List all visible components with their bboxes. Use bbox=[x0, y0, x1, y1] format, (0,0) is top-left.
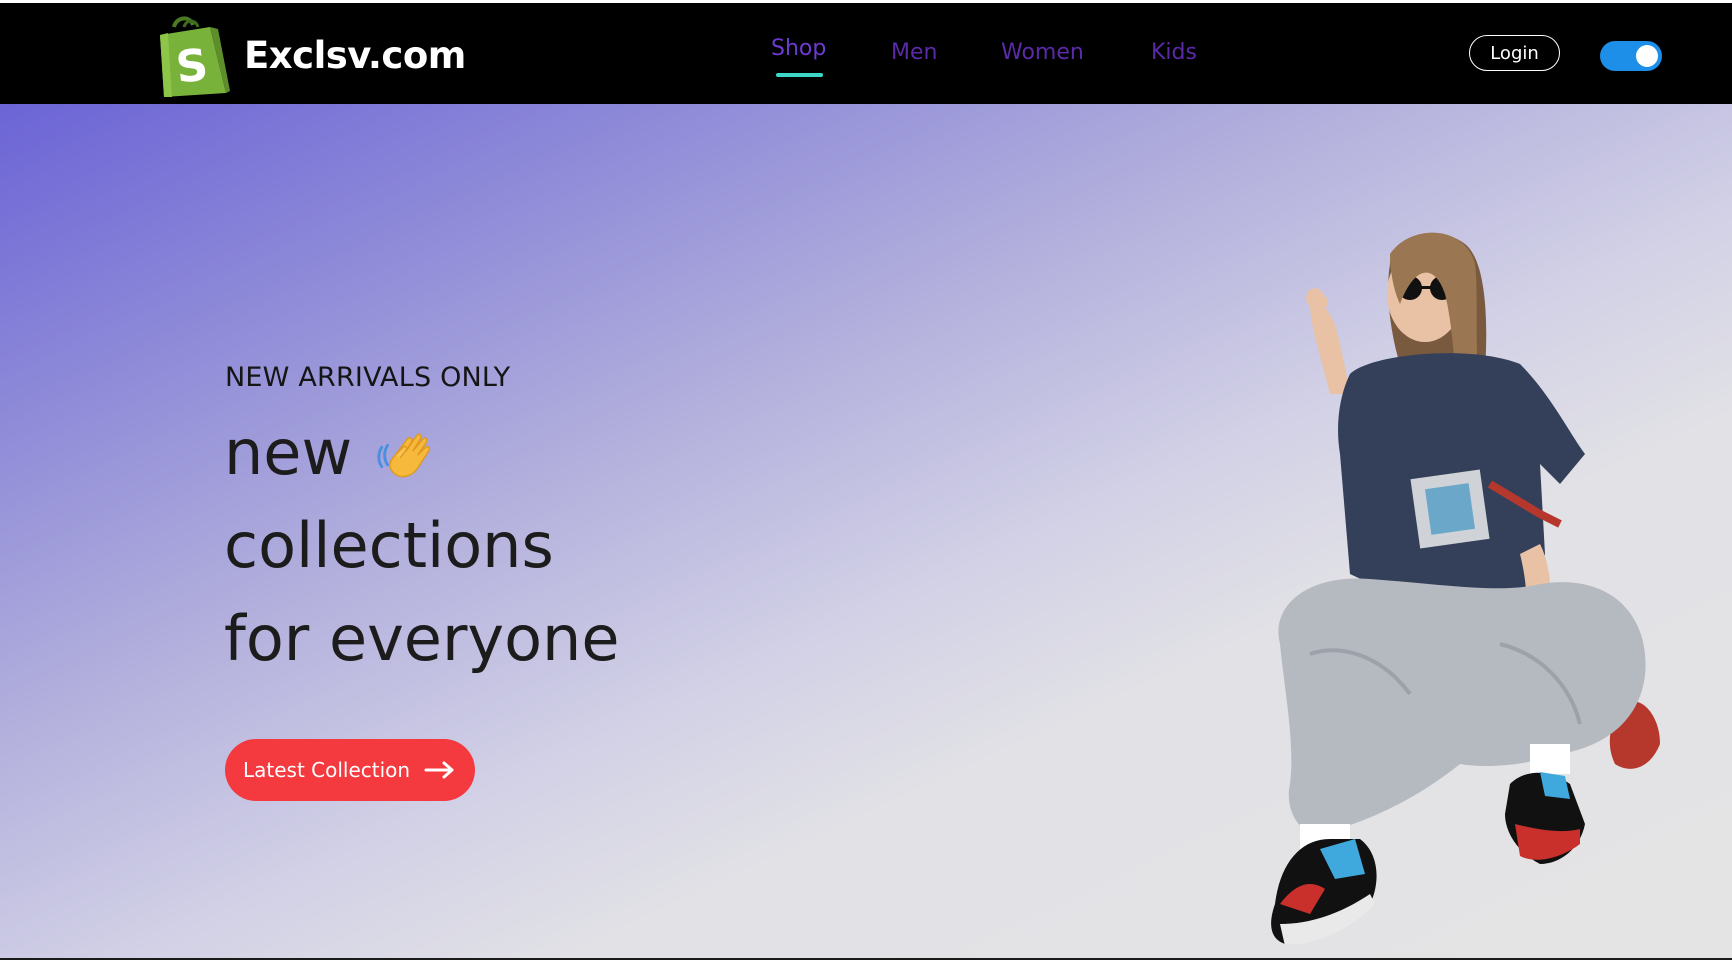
model-photo bbox=[1271, 232, 1660, 944]
top-navbar: S Exclsv.com Shop Men Women Kids Login bbox=[0, 3, 1732, 104]
waving-hand-icon bbox=[377, 433, 431, 478]
nav-active-underline bbox=[776, 73, 823, 77]
hero-headline-line-2: collections bbox=[224, 509, 554, 582]
page: S Exclsv.com Shop Men Women Kids Login N… bbox=[0, 0, 1732, 960]
hero-eyebrow: NEW ARRIVALS ONLY bbox=[225, 362, 511, 393]
hero-headline-word: new bbox=[224, 416, 353, 489]
hero-headline-line-1: new bbox=[224, 416, 436, 489]
cta-label: Latest Collection bbox=[243, 758, 411, 782]
nav-item-shop[interactable]: Shop bbox=[771, 36, 826, 61]
theme-toggle[interactable] bbox=[1600, 41, 1662, 71]
arrow-right-icon bbox=[424, 761, 454, 779]
nav-item-women[interactable]: Women bbox=[1001, 40, 1084, 65]
nav-item-kids[interactable]: Kids bbox=[1151, 40, 1197, 65]
hero-headline-line-3: for everyone bbox=[224, 602, 620, 675]
login-button[interactable]: Login bbox=[1469, 35, 1560, 71]
toggle-knob bbox=[1636, 45, 1658, 67]
hero-section: NEW ARRIVALS ONLY new collections for ev… bbox=[0, 104, 1732, 958]
nav-item-men[interactable]: Men bbox=[891, 40, 937, 65]
latest-collection-button[interactable]: Latest Collection bbox=[225, 739, 475, 801]
